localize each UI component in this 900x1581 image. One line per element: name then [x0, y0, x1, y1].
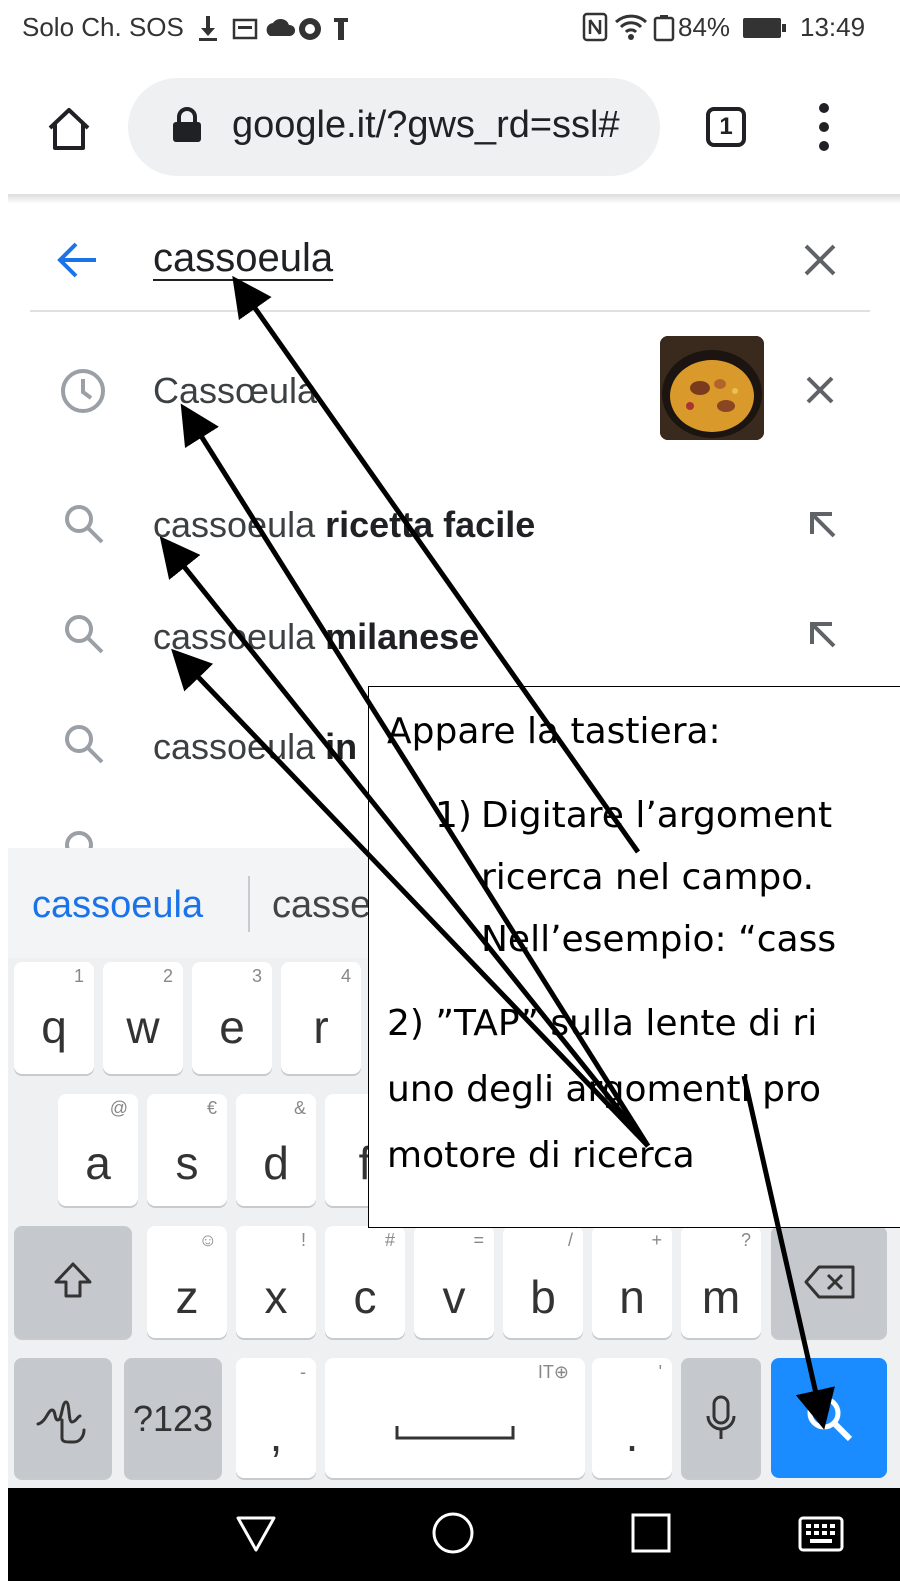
arrow-to-suggestion-3	[171, 648, 650, 1148]
arrow-to-suggestion-2	[159, 536, 650, 1148]
arrow-to-search-field	[232, 275, 641, 854]
arrow-to-search-key	[741, 1075, 835, 1430]
arrow-to-suggestion-1	[180, 403, 651, 1148]
annotation-arrows	[159, 275, 835, 1430]
